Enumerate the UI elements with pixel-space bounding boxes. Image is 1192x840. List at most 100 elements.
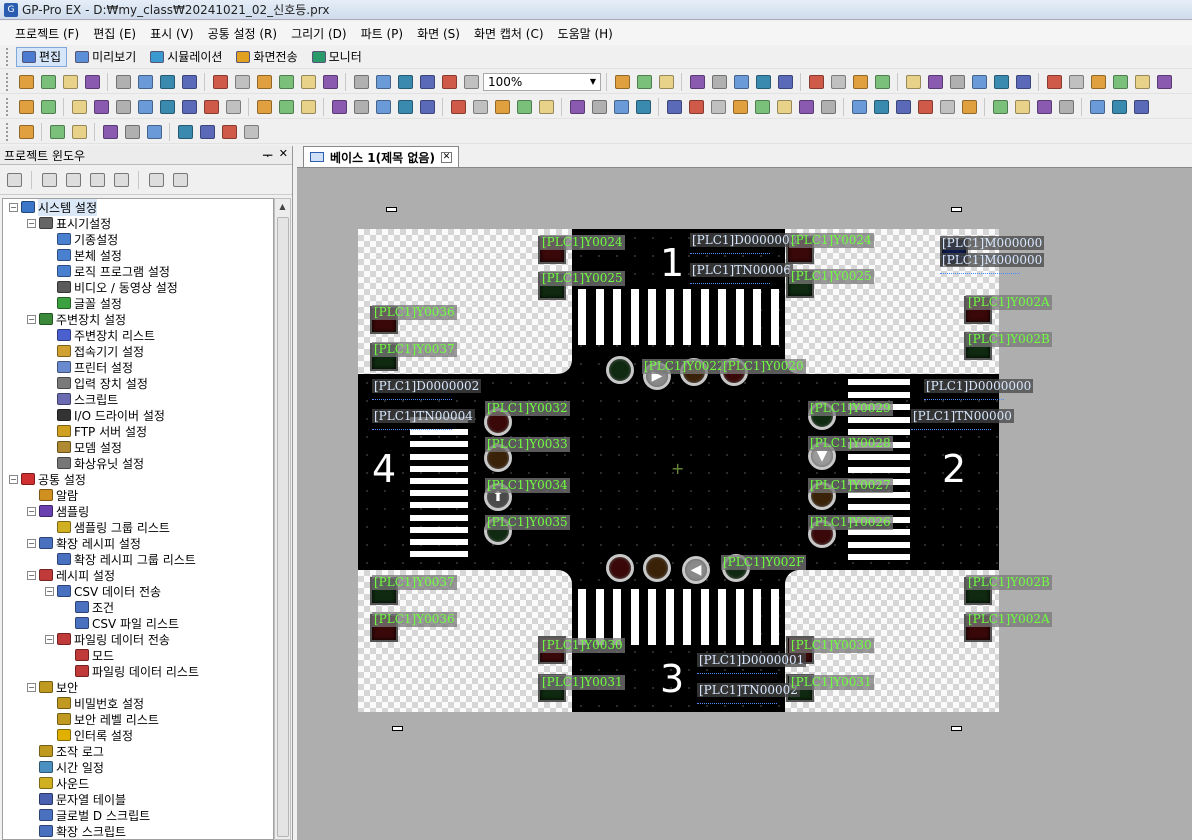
tree-item[interactable]: − 표시기설정 bbox=[27, 215, 111, 231]
tree-item[interactable]: FTP 서버 설정 bbox=[45, 423, 147, 439]
data-display-tag[interactable]: [PLC1]D0000002 bbox=[372, 379, 482, 393]
toolbar-tool-icon[interactable] bbox=[656, 72, 676, 92]
tree-item[interactable]: 접속기기 설정 bbox=[45, 343, 144, 359]
toolbar-grip[interactable] bbox=[6, 47, 10, 66]
toolbar-tool-icon[interactable] bbox=[69, 97, 89, 117]
signal-lamp-round[interactable] bbox=[606, 554, 634, 582]
data-display-tag[interactable]: [PLC1]TN00000 bbox=[911, 409, 1014, 423]
toolbar-tool-icon[interactable] bbox=[254, 72, 274, 92]
expand-toggle-icon[interactable]: − bbox=[27, 314, 36, 324]
toolbar-tool-icon[interactable] bbox=[329, 97, 349, 117]
toolbar-tool-icon[interactable] bbox=[1110, 72, 1130, 92]
toolbar-tool-icon[interactable] bbox=[276, 97, 296, 117]
project-tree[interactable]: − 시스템 설정 − 표시기설정 기종설정 본체 설정 로직 프로그램 설정 비디오 / 동영… bbox=[2, 198, 274, 840]
toolbar-tool-icon[interactable] bbox=[991, 72, 1011, 92]
address-tag[interactable]: [PLC1]Y002A bbox=[966, 612, 1052, 627]
properties-icon[interactable] bbox=[146, 170, 166, 190]
signal-lamp-round[interactable] bbox=[606, 356, 634, 384]
tree-item[interactable]: − 주변장치 설정 bbox=[27, 311, 126, 327]
mode-button-4[interactable]: 모니터 bbox=[306, 47, 368, 67]
tree-item[interactable]: − 샘플링 bbox=[27, 503, 89, 519]
toolbar-tool-icon[interactable] bbox=[439, 72, 459, 92]
tree-item[interactable]: − 확장 레시피 설정 bbox=[27, 535, 141, 551]
expand-toggle-icon[interactable]: − bbox=[27, 538, 36, 548]
toolbar-tool-icon[interactable] bbox=[320, 72, 340, 92]
toolbar-tool-icon[interactable] bbox=[915, 97, 935, 117]
tree-item[interactable]: 확장 레시피 그룹 리스트 bbox=[45, 551, 196, 567]
tree-item[interactable]: 알람 bbox=[27, 487, 78, 503]
toolbar-tool-icon[interactable] bbox=[219, 122, 239, 142]
toolbar-tool-icon[interactable] bbox=[417, 72, 437, 92]
expand-toggle-icon[interactable]: − bbox=[9, 474, 18, 484]
toolbar-tool-icon[interactable] bbox=[298, 97, 318, 117]
toolbar-tool-icon[interactable] bbox=[448, 97, 468, 117]
toolbar-tool-icon[interactable] bbox=[806, 72, 826, 92]
toolbar-tool-icon[interactable] bbox=[395, 72, 415, 92]
tab-close-icon[interactable]: ✕ bbox=[440, 151, 452, 163]
toolbar-tool-icon[interactable] bbox=[100, 122, 120, 142]
toolbar-tool-icon[interactable] bbox=[752, 97, 772, 117]
toolbar-tool-icon[interactable] bbox=[298, 72, 318, 92]
toolbar-tool-icon[interactable] bbox=[1088, 72, 1108, 92]
data-display-tag[interactable]: [PLC1]M000000 bbox=[940, 236, 1045, 250]
tree-item[interactable]: CSV 파일 리스트 bbox=[63, 615, 179, 631]
address-tag[interactable]: [PLC1]Y0025 bbox=[540, 271, 625, 286]
toolbar-tool-icon[interactable] bbox=[612, 72, 632, 92]
toolbar-grip[interactable] bbox=[6, 122, 10, 141]
tree-item[interactable]: 주변장치 리스트 bbox=[45, 327, 155, 343]
signal-lamp-round[interactable] bbox=[643, 554, 671, 582]
address-tag[interactable]: [PLC1]Y0020 bbox=[721, 359, 806, 374]
tree-item[interactable]: 확장 스크립트 bbox=[27, 823, 126, 839]
address-tag[interactable]: [PLC1]Y002B bbox=[966, 332, 1052, 347]
toolbar-tool-icon[interactable] bbox=[1034, 97, 1054, 117]
toolbar-tool-icon[interactable] bbox=[135, 97, 155, 117]
expand-toggle-icon[interactable]: − bbox=[27, 506, 36, 516]
toolbar-tool-icon[interactable] bbox=[395, 97, 415, 117]
tree-item[interactable]: 모드 bbox=[63, 647, 114, 663]
tree-item[interactable]: 모뎀 설정 bbox=[45, 439, 122, 455]
address-tag[interactable]: [PLC1]Y0025 bbox=[789, 269, 874, 284]
toolbar-tool-icon[interactable] bbox=[82, 72, 102, 92]
resize-handle[interactable] bbox=[392, 726, 403, 731]
menu-item-4[interactable]: 그리기 (D) bbox=[284, 25, 354, 42]
resize-handle[interactable] bbox=[951, 726, 962, 731]
scroll-thumb[interactable] bbox=[277, 217, 289, 837]
toolbar-tool-icon[interactable] bbox=[16, 122, 36, 142]
toolbar-tool-icon[interactable] bbox=[351, 72, 371, 92]
toolbar-tool-icon[interactable] bbox=[709, 72, 729, 92]
menu-item-2[interactable]: 표시 (V) bbox=[143, 25, 200, 42]
toolbar-tool-icon[interactable] bbox=[893, 97, 913, 117]
toolbar-tool-icon[interactable] bbox=[1013, 72, 1033, 92]
address-tag[interactable]: [PLC1]Y0026 bbox=[808, 515, 893, 530]
tree-item[interactable]: 문자열 테이블 bbox=[27, 791, 126, 807]
resize-handle[interactable] bbox=[386, 207, 397, 212]
tree-item[interactable]: 프린터 설정 bbox=[45, 359, 133, 375]
toolbar-tool-icon[interactable] bbox=[753, 72, 773, 92]
address-tag[interactable]: [PLC1]Y0030 bbox=[540, 638, 625, 653]
list-view-icon[interactable] bbox=[170, 170, 190, 190]
copy-item-icon[interactable] bbox=[63, 170, 83, 190]
tree-item[interactable]: 사운드 bbox=[27, 775, 89, 791]
toolbar-tool-icon[interactable] bbox=[223, 97, 243, 117]
tree-item[interactable]: 입력 장치 설정 bbox=[45, 375, 148, 391]
toolbar-tool-icon[interactable] bbox=[470, 97, 490, 117]
menu-item-0[interactable]: 프로젝트 (F) bbox=[8, 25, 86, 42]
toolbar-tool-icon[interactable] bbox=[38, 97, 58, 117]
toolbar-grip[interactable] bbox=[6, 97, 10, 116]
tree-item[interactable]: 비밀번호 설정 bbox=[45, 695, 144, 711]
resize-handle[interactable] bbox=[951, 207, 962, 212]
toolbar-tool-icon[interactable] bbox=[16, 97, 36, 117]
tree-item[interactable]: 보안 레벨 리스트 bbox=[45, 711, 159, 727]
tree-item[interactable]: 비디오 / 동영상 설정 bbox=[45, 279, 178, 295]
toolbar-tool-icon[interactable] bbox=[201, 97, 221, 117]
toolbar-tool-icon[interactable] bbox=[254, 97, 274, 117]
address-tag[interactable]: [PLC1]Y0027 bbox=[808, 478, 893, 493]
toolbar-tool-icon[interactable] bbox=[373, 97, 393, 117]
data-display-tag[interactable]: [PLC1]M000000 bbox=[940, 253, 1045, 267]
toolbar-tool-icon[interactable] bbox=[1131, 97, 1151, 117]
toolbar-tool-icon[interactable] bbox=[38, 72, 58, 92]
data-display-tag[interactable]: [PLC1]D0000000 bbox=[924, 379, 1034, 393]
address-tag[interactable]: [PLC1]Y0028 bbox=[808, 436, 893, 451]
tree-item[interactable]: I/O 드라이버 설정 bbox=[45, 407, 165, 423]
toolbar-tool-icon[interactable] bbox=[731, 72, 751, 92]
